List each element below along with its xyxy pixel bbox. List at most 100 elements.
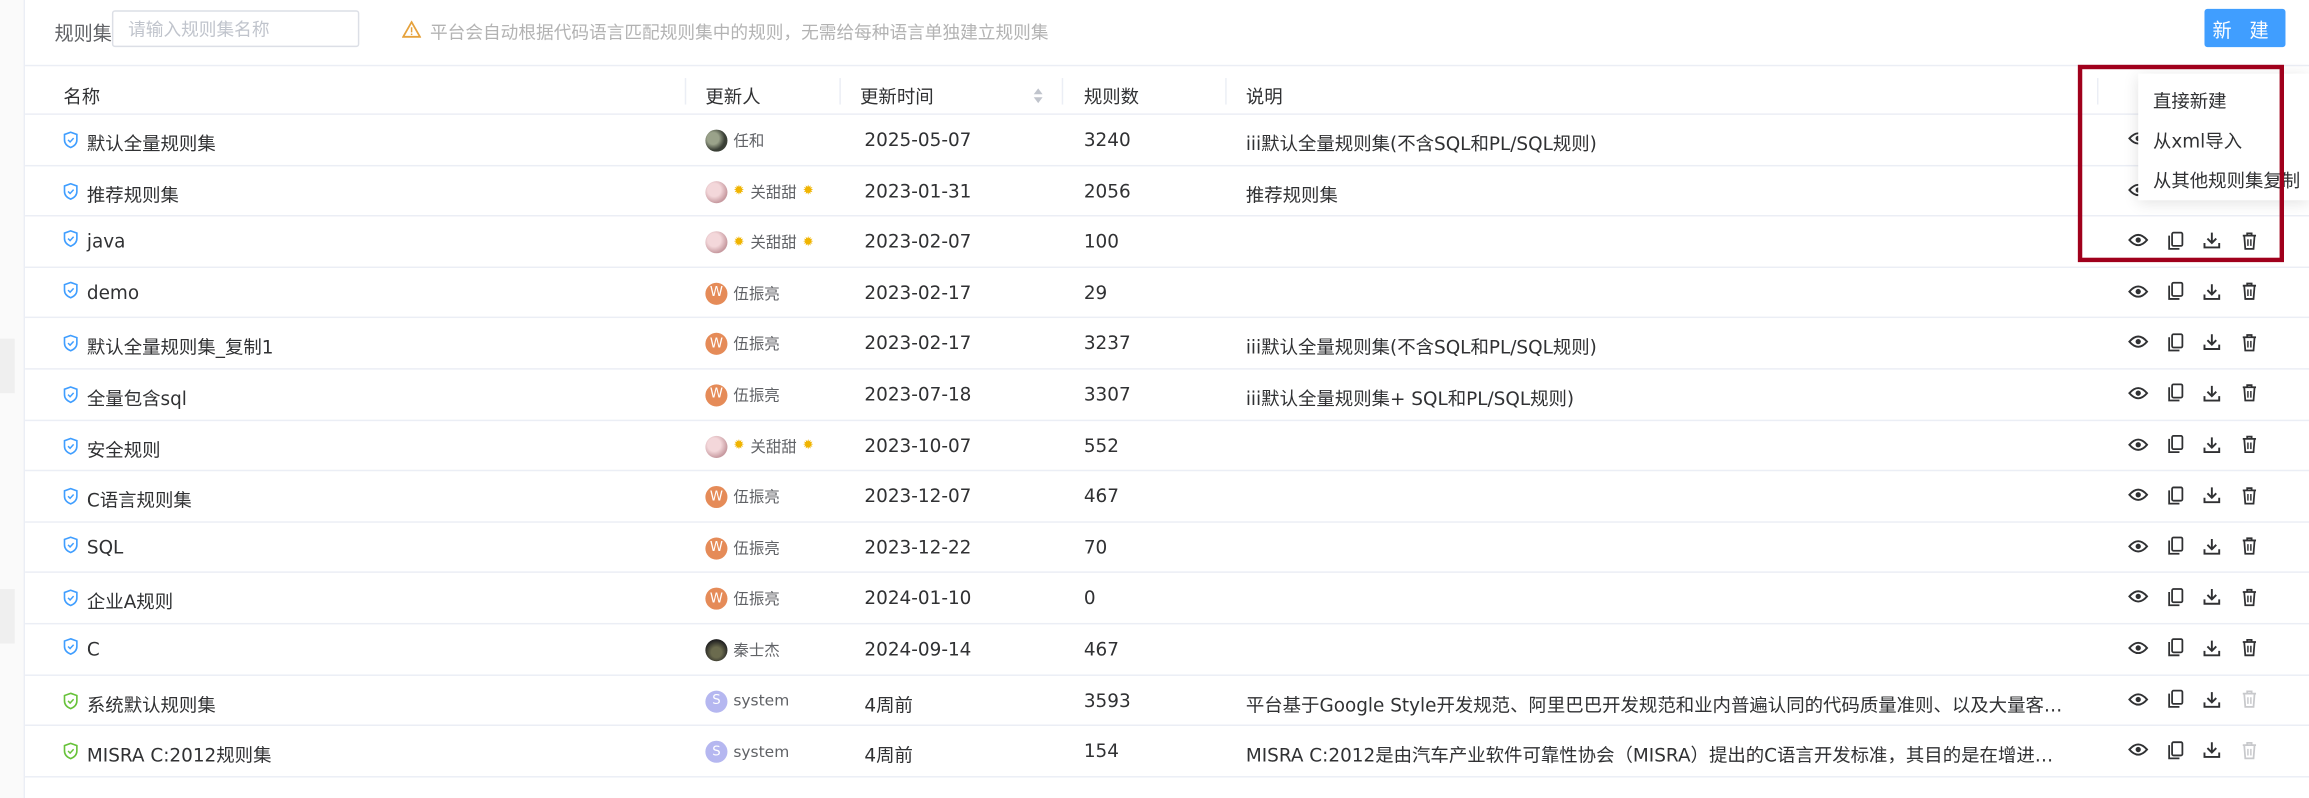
updated-at-cell: 2023-01-31 <box>864 179 972 202</box>
sun-icon: ✹ <box>733 184 745 199</box>
ruleset-filter-label: 规则集 <box>54 23 112 46</box>
avatar: W <box>705 282 728 305</box>
ruleset-name[interactable]: C <box>87 638 100 660</box>
ruleset-name-cell[interactable]: 安全规则 <box>63 434 161 462</box>
ruleset-name-cell[interactable]: C <box>63 638 100 660</box>
shield-icon <box>63 281 78 303</box>
table-row[interactable]: 企业A规则 W 伍振亮 2024-01-10 0 <box>25 573 2309 625</box>
column-description[interactable]: 说明 <box>1246 81 1283 109</box>
ruleset-name-cell[interactable]: 系统默认规则集 <box>63 688 216 716</box>
view-eye-icon[interactable] <box>2126 534 2150 558</box>
ruleset-name[interactable]: SQL <box>87 536 123 558</box>
ruleset-name-cell[interactable]: 全量包含sql <box>63 383 187 411</box>
download-icon[interactable] <box>2200 279 2224 303</box>
view-eye-icon[interactable] <box>2126 432 2150 456</box>
shield-icon <box>63 230 78 252</box>
copy-icon[interactable] <box>2163 432 2187 456</box>
ruleset-name-cell[interactable]: 默认全量规则集_复制1 <box>63 332 273 360</box>
table-row[interactable]: 系统默认规则集 Ssystem 4周前 3593 平台基于Google Style开发规… <box>25 675 2309 727</box>
ruleset-name-cell[interactable]: 推荐规则集 <box>63 179 179 207</box>
ruleset-name[interactable]: 系统默认规则集 <box>87 688 216 716</box>
download-icon[interactable] <box>2200 534 2224 558</box>
ruleset-name-cell[interactable]: SQL <box>63 536 123 558</box>
ruleset-name[interactable]: 企业A规则 <box>87 587 173 615</box>
download-icon[interactable] <box>2200 330 2224 354</box>
view-eye-icon[interactable] <box>2126 330 2150 354</box>
ruleset-name[interactable]: java <box>87 230 126 252</box>
column-updater[interactable]: 更新人 <box>705 81 760 109</box>
ruleset-name-cell[interactable]: 默认全量规则集 <box>63 128 216 156</box>
delete-trash-icon[interactable] <box>2237 636 2261 660</box>
description-cell: iii默认全量规则集(不含SQL和PL/SQL规则) <box>1245 336 1597 359</box>
copy-icon[interactable] <box>2163 534 2187 558</box>
table-row[interactable]: C语言规则集 W 伍振亮 2023-12-07 467 <box>25 471 2309 523</box>
view-eye-icon[interactable] <box>2126 738 2150 762</box>
view-eye-icon[interactable] <box>2126 636 2150 660</box>
copy-icon[interactable] <box>2163 279 2187 303</box>
delete-trash-icon <box>2237 687 2261 711</box>
table-row[interactable]: MISRA C:2012规则集 Ssystem 4周前 154 MISRA C:2012… <box>25 726 2309 778</box>
table-row[interactable]: 默认全量规则集_复制1 W 伍振亮 2023-02-17 3237 iii默认全量规则集(… <box>25 319 2309 370</box>
ruleset-search-input[interactable] <box>111 10 360 48</box>
ruleset-name[interactable]: C语言规则集 <box>87 485 192 513</box>
table-row[interactable]: C 秦士杰 2024-09-14 467 <box>25 624 2309 676</box>
delete-trash-icon[interactable] <box>2237 432 2261 456</box>
updater-name: 伍振亮 <box>733 336 780 354</box>
delete-trash-icon[interactable] <box>2237 585 2261 609</box>
table-row[interactable]: SQL W 伍振亮 2023-12-22 70 <box>25 522 2309 574</box>
table-row[interactable]: 默认全量规则集 任和 2025-05-07 3240 iii默认全量规则集(不含SQL和… <box>25 115 2309 166</box>
copy-icon[interactable] <box>2163 687 2187 711</box>
delete-trash-icon[interactable] <box>2237 483 2261 507</box>
ruleset-name-cell[interactable]: MISRA C:2012规则集 <box>63 739 272 767</box>
ruleset-name[interactable]: 全量包含sql <box>87 383 187 411</box>
download-icon[interactable] <box>2200 585 2224 609</box>
download-icon[interactable] <box>2200 483 2224 507</box>
notice-text: 平台会自动根据代码语言匹配规则集中的规则，无需给每种语言单独建立规则集 <box>429 22 1049 43</box>
download-icon[interactable] <box>2200 381 2224 405</box>
copy-icon[interactable] <box>2163 330 2187 354</box>
avatar <box>705 639 728 662</box>
view-eye-icon[interactable] <box>2126 483 2150 507</box>
table-row[interactable]: java ✹ 关甜甜 ✹ 2023-02-07 100 <box>25 217 2309 268</box>
ruleset-name[interactable]: 默认全量规则集 <box>87 128 216 156</box>
ruleset-name-cell[interactable]: C语言规则集 <box>63 485 192 513</box>
ruleset-name[interactable]: 安全规则 <box>87 434 161 462</box>
column-updated-at[interactable]: 更新时间 <box>860 81 934 109</box>
view-eye-icon[interactable] <box>2126 279 2150 303</box>
ruleset-name[interactable]: demo <box>87 281 139 303</box>
copy-icon[interactable] <box>2163 585 2187 609</box>
table-row[interactable]: 安全规则 ✹ 关甜甜 ✹ 2023-10-07 552 <box>25 421 2309 472</box>
view-eye-icon[interactable] <box>2126 585 2150 609</box>
updater-name: 任和 <box>733 132 765 151</box>
table-row[interactable]: demo W 伍振亮 2023-02-17 29 <box>25 268 2309 319</box>
new-ruleset-button[interactable]: 新 建 <box>2204 8 2286 48</box>
ruleset-name-cell[interactable]: demo <box>63 281 139 303</box>
copy-icon[interactable] <box>2163 738 2187 762</box>
ruleset-name[interactable]: MISRA C:2012规则集 <box>87 739 272 767</box>
download-icon[interactable] <box>2200 738 2224 762</box>
download-icon[interactable] <box>2200 636 2224 660</box>
column-rule-count[interactable]: 规则数 <box>1084 81 1139 109</box>
copy-icon[interactable] <box>2163 381 2187 405</box>
avatar <box>705 435 728 458</box>
shield-icon <box>63 691 78 713</box>
copy-icon[interactable] <box>2163 483 2187 507</box>
view-eye-icon[interactable] <box>2126 687 2150 711</box>
download-icon[interactable] <box>2200 432 2224 456</box>
delete-trash-icon[interactable] <box>2237 534 2261 558</box>
delete-trash-icon[interactable] <box>2237 330 2261 354</box>
copy-icon[interactable] <box>2163 636 2187 660</box>
ruleset-name[interactable]: 默认全量规则集_复制1 <box>87 332 274 360</box>
ruleset-name-cell[interactable]: java <box>63 230 125 252</box>
table-row[interactable]: 全量包含sql W 伍振亮 2023-07-18 3307 iii默认全量规则集+ SQL… <box>25 370 2309 421</box>
column-name[interactable]: 名称 <box>63 81 100 109</box>
table-row[interactable]: 推荐规则集 ✹ 关甜甜 ✹ 2023-01-31 2056 推荐规则集 <box>25 166 2309 217</box>
delete-trash-icon[interactable] <box>2237 381 2261 405</box>
ruleset-name[interactable]: 推荐规则集 <box>87 179 179 207</box>
download-icon[interactable] <box>2200 687 2224 711</box>
ruleset-name-cell[interactable]: 企业A规则 <box>63 587 173 615</box>
sort-icon[interactable] <box>1032 82 1044 110</box>
view-eye-icon[interactable] <box>2126 381 2150 405</box>
updater-name: 关甜甜 <box>750 183 797 202</box>
delete-trash-icon[interactable] <box>2237 279 2261 303</box>
